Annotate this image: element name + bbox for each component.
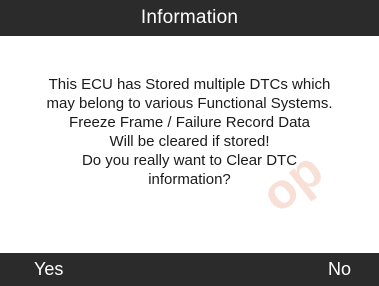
yes-button[interactable]: Yes [34,253,63,286]
no-button-label: No [327,259,351,279]
message-line: Will be cleared if stored! [109,133,270,150]
yes-button-label: Yes [34,259,64,279]
title-bar: Information [0,0,379,36]
no-button[interactable]: No [328,253,351,286]
clear-dtc-confirm-screen: Information This ECU has Stored multiple… [0,0,379,286]
message-line: Freeze Frame / Failure Record Data [69,114,310,131]
page-title: Information [140,7,239,28]
message-line: may belong to various Functional Systems… [46,95,333,112]
softkey-bar: Yes No [0,253,379,286]
message-line: Do you really want to Clear DTC [81,152,298,169]
message-line: This ECU has Stored multiple DTCs which [48,76,331,93]
confirmation-message: This ECU has Stored multiple DTCs which … [0,75,379,189]
message-line: information? [148,171,231,188]
